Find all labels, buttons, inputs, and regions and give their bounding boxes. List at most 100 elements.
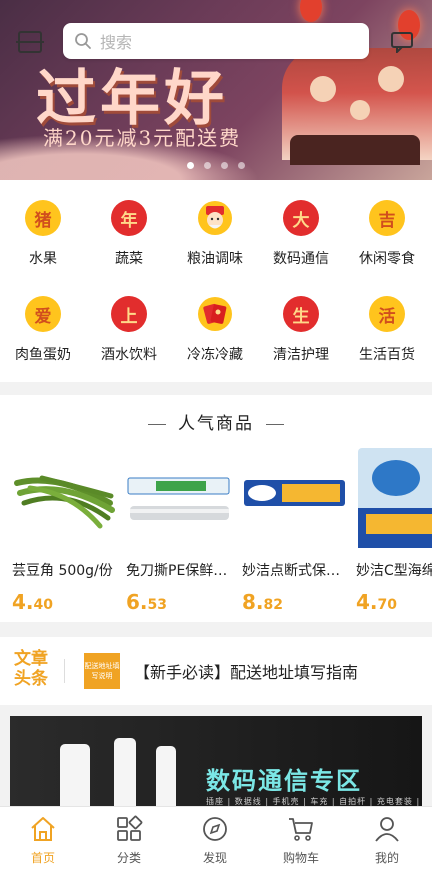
category-item-snacks[interactable]: 吉 休闲零食 <box>344 200 430 268</box>
pagination-dot[interactable] <box>187 162 194 169</box>
product-card[interactable]: 妙洁点断式保… 8.82 <box>242 448 347 614</box>
category-label: 水果 <box>29 251 57 267</box>
compass-icon <box>203 817 227 841</box>
home-screen: 过年好 满20元减3元配送费 搜索 猪 水果 年 蔬菜 粮油调味 大 数码通信 … <box>0 0 432 881</box>
product-card[interactable]: 免刀撕PE保鲜… 6.53 <box>126 448 231 614</box>
product-image <box>242 448 347 548</box>
product-price: 6.53 <box>126 590 231 614</box>
headline-tag: 文章头条 <box>14 649 48 689</box>
up-icon: 上 <box>111 296 147 332</box>
price-integer: 8. <box>242 590 264 614</box>
dinner-table-decoration <box>290 135 420 165</box>
category-label: 数码通信 <box>273 251 329 267</box>
section-title: 人气商品 <box>0 409 432 434</box>
price-decimal: 40 <box>33 597 53 613</box>
life-icon: 生 <box>283 296 319 332</box>
price-decimal: 82 <box>263 597 283 613</box>
product-image <box>126 448 231 548</box>
section-title-text: 人气商品 <box>178 414 254 434</box>
title-dash <box>266 423 284 425</box>
scan-icon[interactable] <box>16 31 44 53</box>
tab-label: 我的 <box>374 851 399 865</box>
notice-thumbnail: 配送地址填写说明 <box>84 653 120 689</box>
digital-zone-title: 数码通信专区 <box>206 767 362 795</box>
category-label: 蔬菜 <box>115 251 143 267</box>
category-item-cleaning[interactable]: 生 清洁护理 <box>258 296 344 364</box>
price-decimal: 53 <box>147 597 167 613</box>
title-dash <box>148 423 166 425</box>
cart-icon <box>289 818 313 841</box>
family-face <box>350 100 370 120</box>
pagination-dot[interactable] <box>221 162 228 169</box>
search-icon <box>75 33 91 49</box>
category-item-vegetables[interactable]: 年 蔬菜 <box>86 200 172 268</box>
red-packet-icon <box>197 296 233 332</box>
lantern-decoration <box>300 0 322 22</box>
product-name: 免刀撕PE保鲜… <box>126 563 228 579</box>
usb-cable-image <box>156 746 176 810</box>
category-grid: 猪 水果 年 蔬菜 粮油调味 大 数码通信 吉 休闲零食 爱 肉鱼蛋奶 上 酒水… <box>0 180 432 382</box>
category-label: 清洁护理 <box>273 347 329 363</box>
price-integer: 6. <box>126 590 148 614</box>
tab-category[interactable]: 分类 <box>86 815 172 866</box>
category-label: 粮油调味 <box>187 251 243 267</box>
tab-label: 发现 <box>202 851 227 865</box>
tab-label: 首页 <box>30 851 55 865</box>
tab-label: 分类 <box>116 851 141 865</box>
category-label: 酒水饮料 <box>101 347 157 363</box>
goods-carousel[interactable]: 芸豆角 500g/份 4.40 免刀撕PE保鲜… 6.53 妙洁点断式保… 8.… <box>0 448 432 618</box>
headline-notice[interactable]: 文章头条 配送地址填写说明 【新手必读】配送地址填写指南 <box>0 637 432 705</box>
category-item-frozen[interactable]: 冷冻冷藏 <box>172 296 258 364</box>
popular-goods-section: 人气商品 芸豆角 500g/份 4.40 免刀撕PE保鲜… 6.53 妙洁点断式… <box>0 395 432 622</box>
category-item-digital[interactable]: 大 数码通信 <box>258 200 344 268</box>
category-label: 肉鱼蛋奶 <box>15 347 71 363</box>
tab-discover[interactable]: 发现 <box>172 815 258 866</box>
pagination-dot[interactable] <box>238 162 245 169</box>
banner-pagination <box>0 162 432 169</box>
price-integer: 4. <box>356 590 378 614</box>
tab-home[interactable]: 首页 <box>0 815 86 866</box>
price-decimal: 70 <box>377 597 397 613</box>
product-card[interactable]: 芸豆角 500g/份 4.40 <box>12 448 117 614</box>
category-label: 生活百货 <box>359 347 415 363</box>
banner-subtitle: 满20元减3元配送费 <box>43 126 242 150</box>
product-name: 芸豆角 500g/份 <box>12 563 113 579</box>
notice-text: 【新手必读】配送地址填写指南 <box>134 663 359 682</box>
tab-profile[interactable]: 我的 <box>344 815 430 866</box>
product-price: 4.70 <box>356 590 432 614</box>
category-item-grain-oil[interactable]: 粮油调味 <box>172 200 258 268</box>
category-item-meat-fish[interactable]: 爱 肉鱼蛋奶 <box>0 296 86 364</box>
promo-banner[interactable]: 过年好 满20元减3元配送费 搜索 <box>0 0 432 180</box>
product-price: 4.40 <box>12 590 117 614</box>
search-placeholder: 搜索 <box>100 33 133 52</box>
god-of-wealth-icon <box>197 200 233 236</box>
divider <box>64 659 65 683</box>
product-name: 妙洁点断式保… <box>242 563 340 579</box>
product-card[interactable]: 妙洁C型海绵 4.70 <box>356 448 432 614</box>
category-label: 冷冻冷藏 <box>187 347 243 363</box>
love-icon: 爱 <box>25 296 61 332</box>
live-icon: 活 <box>369 296 405 332</box>
category-label: 休闲零食 <box>359 251 415 267</box>
digital-zone-banner[interactable]: 数码通信专区 插座 | 数据线 | 手机壳 | 车充 | 自拍杆 | 充电套装 … <box>10 716 422 810</box>
tab-cart[interactable]: 购物车 <box>258 815 344 866</box>
tab-label: 购物车 <box>282 851 319 865</box>
big-icon: 大 <box>283 200 319 236</box>
category-item-fruit[interactable]: 猪 水果 <box>0 200 86 268</box>
usb-cable-image <box>60 744 90 810</box>
product-name: 妙洁C型海绵 <box>356 563 432 579</box>
search-bar[interactable]: 搜索 <box>63 23 369 59</box>
user-icon <box>375 817 399 842</box>
family-face <box>378 66 404 92</box>
price-integer: 4. <box>12 590 34 614</box>
category-item-daily-goods[interactable]: 活 生活百货 <box>344 296 430 364</box>
category-grid-icon <box>117 815 143 841</box>
family-face <box>310 76 336 102</box>
bottom-tab-bar: 首页 分类 发现 购物车 我的 <box>0 806 432 881</box>
product-image <box>356 448 432 548</box>
category-item-drinks[interactable]: 上 酒水饮料 <box>86 296 172 364</box>
year-icon: 年 <box>111 200 147 236</box>
home-icon <box>31 817 55 841</box>
pagination-dot[interactable] <box>204 162 211 169</box>
message-icon[interactable] <box>390 31 414 53</box>
